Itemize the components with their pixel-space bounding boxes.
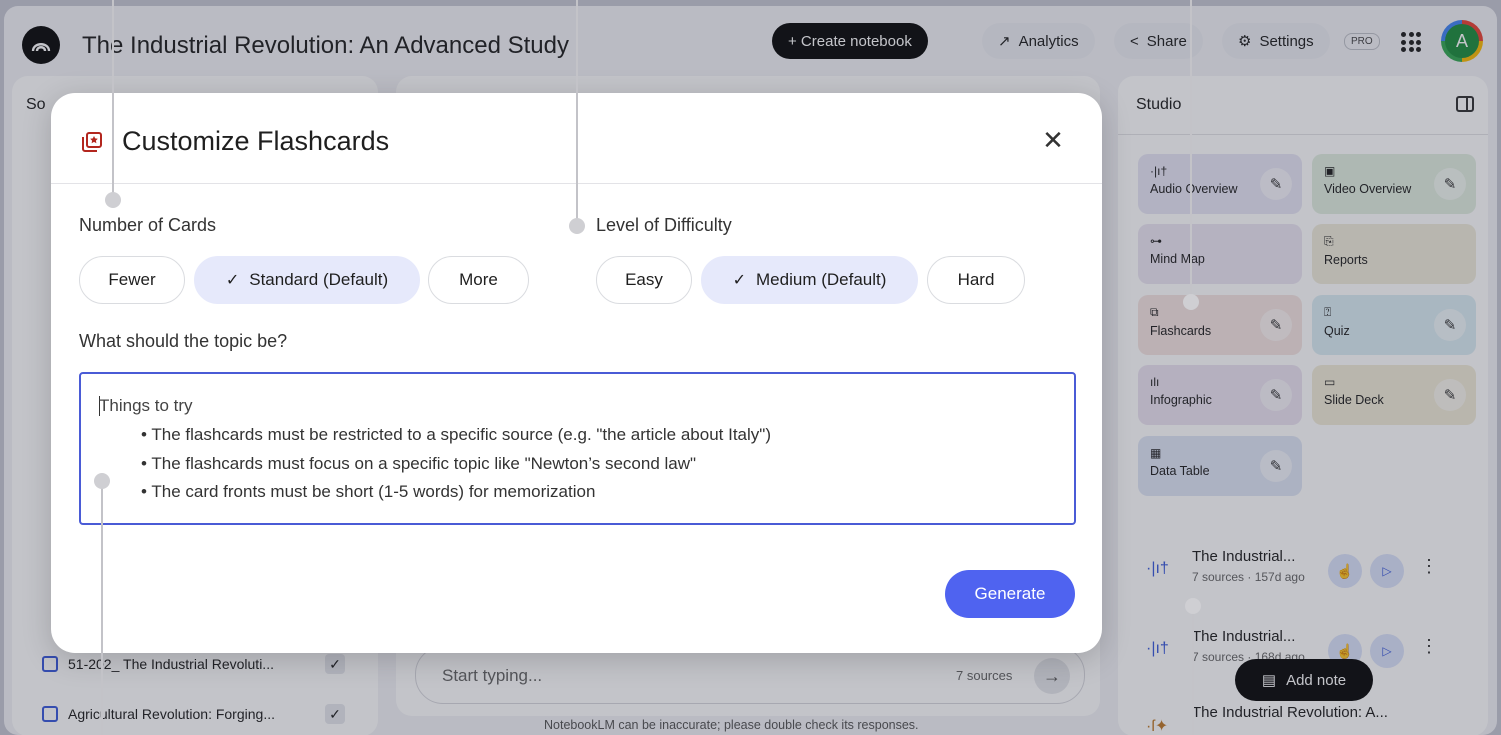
option-easy[interactable]: Easy (596, 256, 692, 304)
topic-tip: • The flashcards must be restricted to a… (141, 425, 771, 444)
topic-placeholder-head: Things to try (99, 396, 193, 415)
chip-label: Hard (957, 270, 995, 289)
callout-line (1190, 0, 1192, 302)
chip-label: Easy (625, 270, 663, 289)
callout-dot (1183, 294, 1199, 310)
option-hard[interactable]: Hard (927, 256, 1025, 304)
close-icon[interactable]: ✕ (1039, 125, 1067, 155)
number-of-cards-label: Number of Cards (79, 215, 217, 235)
option-standard[interactable]: ✓ Standard (Default) (194, 256, 420, 304)
difficulty-label: Level of Difficulty (596, 215, 732, 235)
chip-label: Medium (Default) (756, 270, 887, 289)
callout-line (576, 0, 578, 226)
option-more[interactable]: More (428, 256, 529, 304)
topic-tip: • The flashcards must focus on a specifi… (141, 454, 697, 473)
topic-textarea[interactable]: Things to try • The flashcards must be r… (79, 372, 1076, 525)
callout-line (101, 480, 103, 735)
chip-label: More (459, 270, 498, 289)
callout-line (112, 0, 114, 200)
check-icon: ✓ (732, 272, 747, 289)
check-icon: ✓ (225, 272, 240, 289)
flashcards-icon (82, 132, 102, 152)
callout-dot (105, 192, 121, 208)
topic-tip: • The card fronts must be short (1-5 wor… (141, 482, 596, 501)
callout-line (1192, 606, 1194, 735)
chip-label: Fewer (108, 270, 156, 289)
generate-button[interactable]: Generate (945, 570, 1075, 618)
topic-label: What should the topic be? (79, 331, 288, 351)
callout-dot (94, 473, 110, 489)
callout-dot (569, 218, 585, 234)
option-fewer[interactable]: Fewer (79, 256, 185, 304)
callout-dot (1185, 598, 1201, 614)
option-medium[interactable]: ✓ Medium (Default) (701, 256, 918, 304)
chip-label: Standard (Default) (249, 270, 389, 289)
dialog-title: Customize Flashcards (122, 126, 390, 156)
